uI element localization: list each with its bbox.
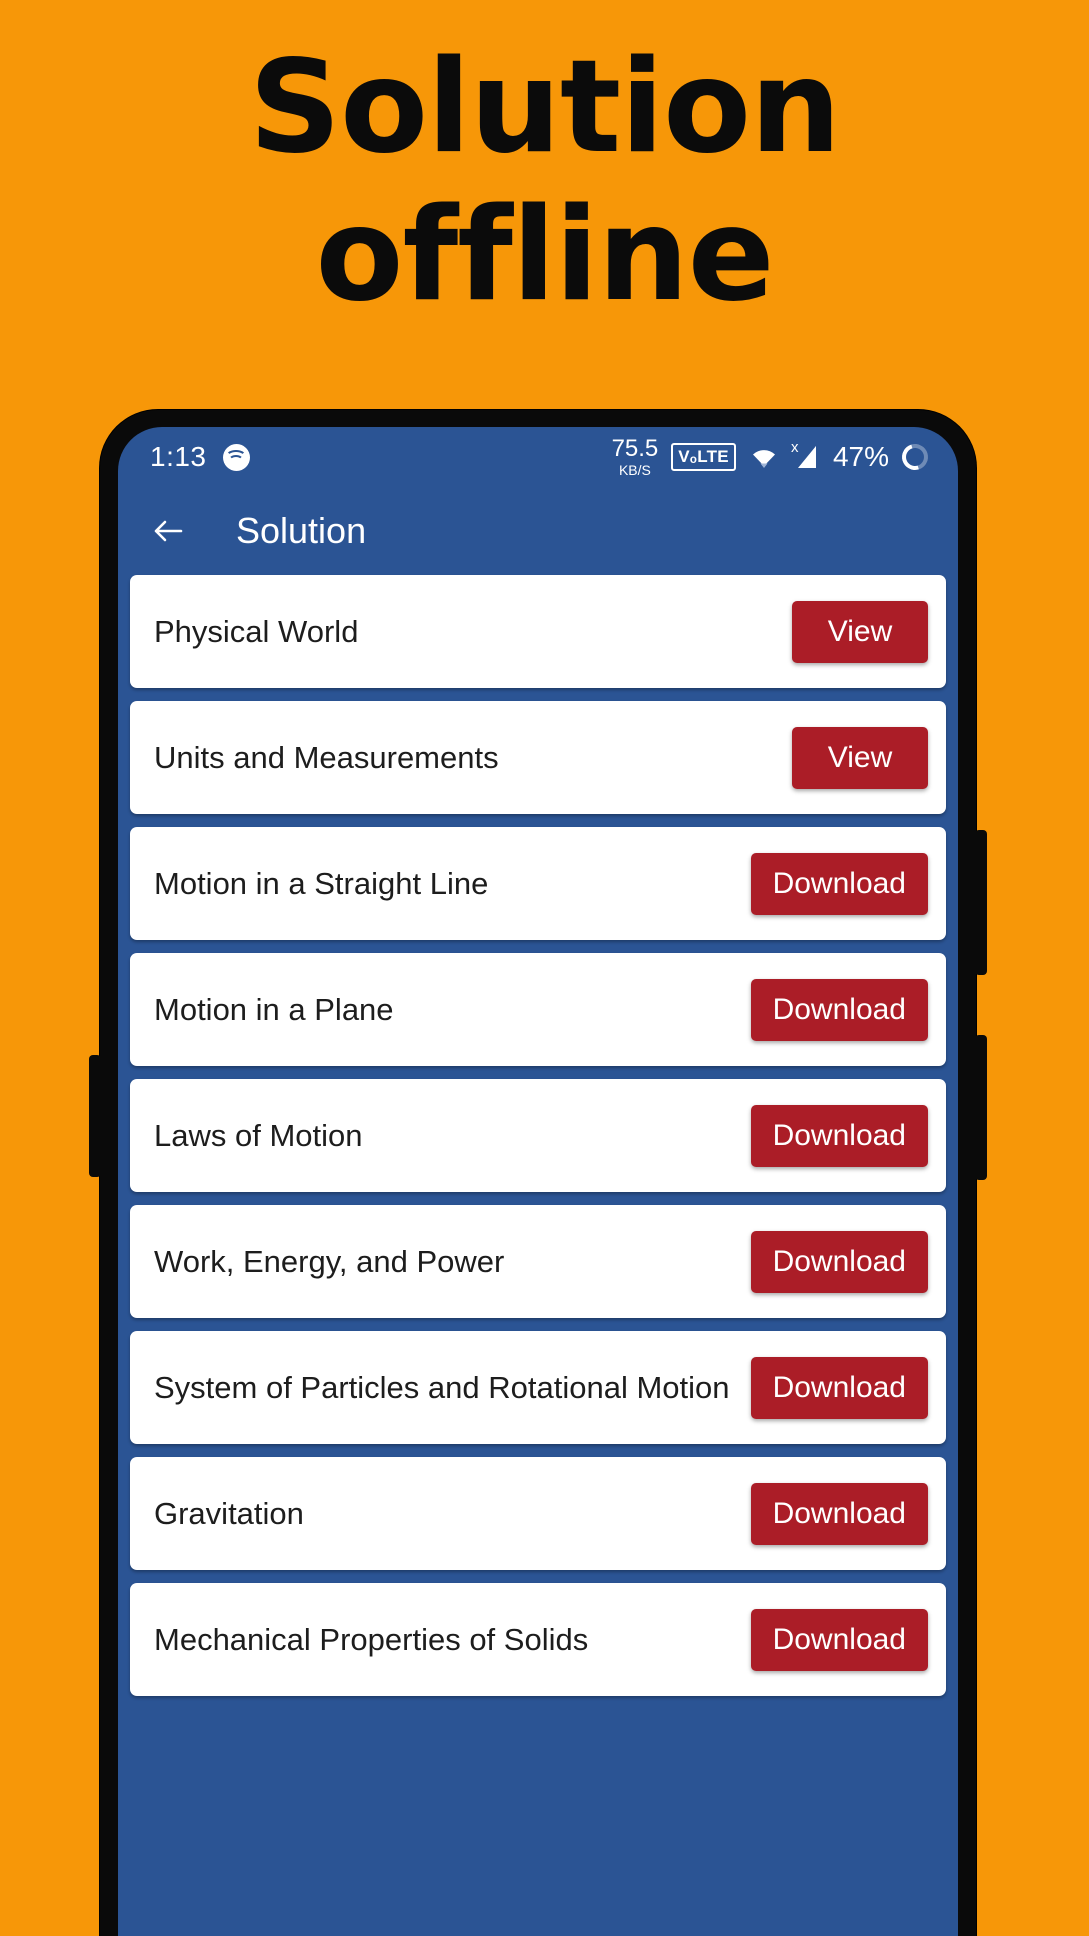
signal-no-sim-badge: x [790, 439, 799, 456]
chapter-row[interactable]: Physical World View [130, 575, 946, 688]
chapter-row[interactable]: System of Particles and Rotational Motio… [130, 1331, 946, 1444]
chapter-row[interactable]: Gravitation Download [130, 1457, 946, 1570]
download-button[interactable]: Download [750, 852, 928, 915]
chapter-title: Physical World [154, 613, 359, 649]
signal-bars-icon: x [791, 440, 820, 470]
chapter-title: Laws of Motion [154, 1117, 363, 1153]
download-button[interactable]: Download [750, 1356, 928, 1419]
spotify-icon [222, 443, 250, 471]
download-button[interactable]: Download [750, 1230, 928, 1293]
status-time: 1:13 [150, 441, 207, 472]
network-speed-value: 75.5 [611, 435, 659, 462]
phone-screen: 1:13 75.5 KB/S VₒLTE x 47% Solution Phys… [118, 427, 958, 1936]
phone-left-side-button[interactable] [89, 1055, 101, 1177]
chapter-title: System of Particles and Rotational Motio… [154, 1369, 730, 1405]
status-bar: 1:13 75.5 KB/S VₒLTE x 47% [118, 427, 958, 487]
app-bar: Solution [118, 487, 958, 575]
wifi-icon [749, 445, 779, 469]
network-speed-indicator: 75.5 KB/S [611, 435, 659, 478]
chapter-title: Work, Energy, and Power [154, 1243, 505, 1279]
download-button[interactable]: Download [750, 1104, 928, 1167]
download-button[interactable]: Download [750, 1482, 928, 1545]
chapter-row[interactable]: Work, Energy, and Power Download [130, 1205, 946, 1318]
chapter-title: Motion in a Plane [154, 991, 394, 1027]
chapter-title: Gravitation [154, 1495, 304, 1531]
page-title: Solution [236, 510, 367, 551]
view-button[interactable]: View [792, 600, 928, 663]
download-button[interactable]: Download [750, 1608, 928, 1671]
chapter-title: Mechanical Properties of Solids [154, 1621, 589, 1657]
network-speed-unit: KB/S [618, 462, 651, 478]
phone-power-button[interactable] [975, 830, 987, 975]
status-bar-right: 75.5 KB/S VₒLTE x 47% [611, 435, 933, 478]
status-bar-left: 1:13 [150, 441, 250, 473]
chapter-row[interactable]: Motion in a Plane Download [130, 953, 946, 1066]
view-button[interactable]: View [792, 726, 928, 789]
chapter-title: Motion in a Straight Line [154, 865, 489, 901]
promo-headline: Solution offline [248, 33, 841, 331]
back-arrow-icon[interactable] [148, 511, 188, 551]
chapter-title: Units and Measurements [154, 739, 499, 775]
chapter-list[interactable]: Physical World View Units and Measurements… [118, 575, 958, 1696]
phone-volume-button[interactable] [975, 1035, 987, 1180]
download-button[interactable]: Download [750, 978, 928, 1041]
volte-badge: VₒLTE [671, 443, 736, 471]
phone-device-frame: 1:13 75.5 KB/S VₒLTE x 47% Solution Phys… [89, 410, 987, 1936]
battery-circle-icon [897, 439, 933, 475]
chapter-row[interactable]: Laws of Motion Download [130, 1079, 946, 1192]
chapter-row[interactable]: Mechanical Properties of Solids Download [130, 1583, 946, 1696]
chapter-row[interactable]: Motion in a Straight Line Download [130, 827, 946, 940]
battery-percentage: 47% [832, 441, 889, 472]
chapter-row[interactable]: Units and Measurements View [130, 701, 946, 814]
